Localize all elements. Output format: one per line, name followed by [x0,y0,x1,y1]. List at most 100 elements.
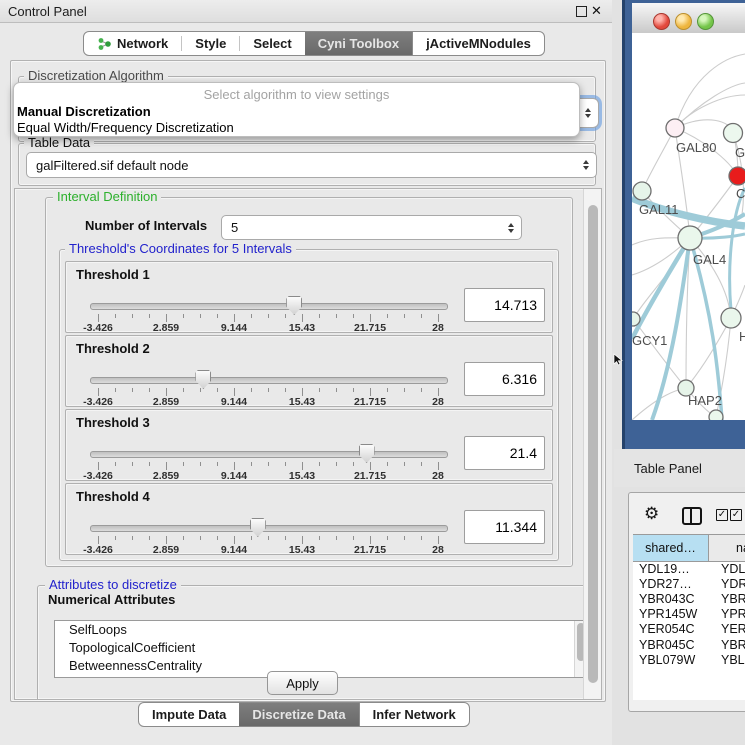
network-node[interactable] [633,182,651,200]
threshold-value-field[interactable]: 21.4 [464,436,545,470]
network-node[interactable] [721,308,741,328]
table-row[interactable]: YER054CYER0 [633,622,745,637]
threshold-4-box: Threshold 4-3.4262.8599.14415.4321.71528… [65,483,553,555]
threshold-slider[interactable]: -3.4262.8599.14415.4321.71528 [90,522,446,554]
threshold-slider[interactable]: -3.4262.8599.14415.4321.71528 [90,448,446,480]
network-node[interactable] [632,312,640,326]
table-panel: ⚙ ✓ ✓ shared… na YDL19…YDL1YDR27…YDR2YBR… [628,492,745,712]
column-header-name[interactable]: na [709,535,745,561]
tab-style[interactable]: Style [182,32,239,55]
table-row[interactable]: YLR345WYLR3 [633,667,745,668]
network-window-titlebar[interactable] [632,3,745,34]
threshold-slider[interactable]: -3.4262.8599.14415.4321.71528 [90,300,446,332]
threshold-label: Threshold 3 [76,415,150,430]
tick-label: 21.715 [354,322,386,334]
tick-label: 21.715 [354,544,386,556]
tick-label: 9.144 [221,470,247,482]
network-canvas[interactable]: GAL80GACGAL11GAL4GCY1HHAP2 [632,33,745,420]
table-row[interactable]: YBL079WYBL0 [633,652,745,667]
tab-impute-data[interactable]: Impute Data [139,703,239,726]
checkbox-checked-icon[interactable]: ✓ [716,509,728,521]
tab-infer-network[interactable]: Infer Network [359,703,469,726]
node-table[interactable]: shared… na YDL19…YDL1YDR27…YDR2YBR043CYB… [633,534,745,700]
tick-label: 15.43 [289,322,315,334]
threshold-value-field[interactable]: 14.713 [464,288,545,322]
number-of-intervals-label: Number of Intervals [85,218,207,233]
slider-thumb[interactable] [250,518,266,537]
slider-thumb[interactable] [286,296,302,315]
tick-label: 2.859 [153,396,179,408]
discretization-algorithm-label: Discretization Algorithm [24,69,168,83]
network-node[interactable] [724,124,743,143]
control-panel-tabbar: Network Style Select Cyni Toolbox jActiv… [83,31,545,56]
node-label: GAL11 [639,202,679,217]
table-rows[interactable]: YDL19…YDL1YDR27…YDR2YBR043CYBR0YPR145WYP… [633,561,745,668]
algorithm-option-equal-width[interactable]: Equal Width/Frequency Discretization [17,120,234,135]
table-panel-titlebar: Table Panel [614,449,745,487]
panel-scrollbar[interactable] [583,189,601,699]
tick-label: 9.144 [221,396,247,408]
table-row[interactable]: YDR27…YDR2 [633,576,745,591]
minimize-traffic-light-icon[interactable] [675,13,692,30]
tick-label: 21.715 [354,470,386,482]
tab-jactivemnodules[interactable]: jActiveMNodules [412,32,544,55]
gear-icon[interactable]: ⚙ [644,504,659,524]
algorithm-option-manual[interactable]: Manual Discretization [17,104,151,119]
threshold-value-field[interactable]: 6.316 [464,362,545,396]
attribute-item[interactable]: SelfLoops [55,621,587,639]
tick-label: 28 [432,470,444,482]
network-node[interactable] [729,167,745,185]
thresholds-group-label: Threshold's Coordinates for 5 Intervals [65,242,296,256]
tab-select[interactable]: Select [240,32,304,55]
tick-label: 28 [432,544,444,556]
number-of-intervals-combobox[interactable]: 5 [221,215,522,240]
table-data-combobox[interactable]: galFiltered.sif default node [26,152,597,178]
tick-label: -3.426 [83,544,113,556]
threshold-value-field[interactable]: 11.344 [464,510,545,544]
control-panel-title: Control Panel [0,4,87,19]
threshold-3-box: Threshold 3-3.4262.8599.14415.4321.71528… [65,409,553,481]
zoom-traffic-light-icon[interactable] [697,13,714,30]
tick-label: 9.144 [221,544,247,556]
table-panel-title: Table Panel [614,461,702,476]
table-row[interactable]: YBR043CYBR0 [633,591,745,606]
threshold-slider[interactable]: -3.4262.8599.14415.4321.71528 [90,374,446,406]
slider-thumb[interactable] [195,370,211,389]
table-row[interactable]: YBR045CYBR0 [633,637,745,652]
attributes-group-label: Attributes to discretize [45,578,181,592]
interval-definition-label: Interval Definition [53,190,161,204]
close-icon[interactable]: ✕ [591,3,602,19]
attribute-item[interactable]: TopologicalCoefficient [55,639,587,657]
apply-button[interactable]: Apply [267,671,338,695]
tick-label: 21.715 [354,396,386,408]
table-row[interactable]: YDL19…YDL1 [633,561,745,576]
tick-label: 15.43 [289,470,315,482]
tick-label: 15.43 [289,396,315,408]
close-traffic-light-icon[interactable] [653,13,670,30]
node-label: H [739,329,745,344]
table-header[interactable]: shared… na [633,534,745,562]
split-columns-icon[interactable] [682,507,702,525]
mouse-cursor [613,353,623,366]
float-window-icon[interactable] [576,6,587,17]
combo-arrows-icon [583,160,589,170]
node-label: GAL4 [693,252,726,267]
algorithm-placeholder: Select algorithm to view settings [14,87,579,102]
tick-label: 28 [432,396,444,408]
tick-label: 2.859 [153,544,179,556]
tab-network[interactable]: Network [84,32,181,55]
table-row[interactable]: YPR145WYPR1 [633,607,745,622]
tick-label: 15.43 [289,544,315,556]
network-node[interactable] [666,119,684,137]
tick-label: -3.426 [83,396,113,408]
checkbox-checked-icon[interactable]: ✓ [730,509,742,521]
network-node[interactable] [678,226,702,250]
numerical-attributes-list[interactable]: SelfLoopsTopologicalCoefficientBetweenne… [54,620,588,678]
network-node[interactable] [709,410,723,420]
tab-discretize-data[interactable]: Discretize Data [239,703,358,726]
column-header-shared-name[interactable]: shared… [633,535,709,561]
slider-thumb[interactable] [359,444,375,463]
tick-label: 2.859 [153,322,179,334]
settings-scroll-panel: Interval Definition Number of Intervals … [14,188,602,700]
tab-cyni-toolbox[interactable]: Cyni Toolbox [305,32,412,55]
